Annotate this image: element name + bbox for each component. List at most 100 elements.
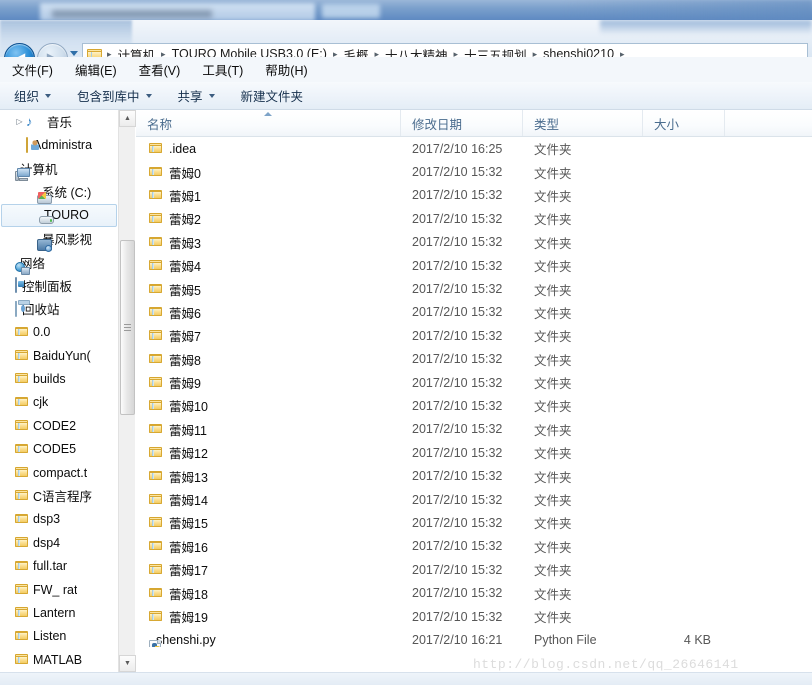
toolbar-button-2[interactable]: 共享 [178, 86, 215, 105]
sidebar-item-20[interactable]: FW_ rat [0, 578, 118, 601]
sidebar-item-19[interactable]: full.tar [0, 554, 118, 577]
sidebar-item-4[interactable]: TOURO [1, 203, 117, 227]
breadcrumb-separator-icon[interactable]: ▸ [451, 49, 462, 57]
sidebar-item-9[interactable]: 0.0 [0, 321, 118, 344]
breadcrumb-item-shibada[interactable]: 十八大精神 [382, 44, 451, 58]
file-name-label: 蕾姆7 [169, 330, 201, 345]
menu-item-4[interactable]: 帮助(H) [263, 58, 309, 81]
breadcrumb-item-shenshi0210[interactable]: shenshi0210 [540, 46, 617, 57]
breadcrumb-separator-icon[interactable]: ▸ [104, 49, 115, 57]
cell-name: 蕾姆13 [136, 467, 401, 486]
navigation-pane-scrollbar[interactable]: ▲ ▼ [118, 110, 136, 672]
chevron-down-icon[interactable] [145, 93, 152, 98]
table-row[interactable]: 蕾姆1 2017/2/10 15:32 文件夹 [136, 184, 812, 207]
forward-button[interactable]: ▶ [37, 42, 68, 57]
table-row[interactable]: 蕾姆10 2017/2/10 15:32 文件夹 [136, 394, 812, 417]
recent-pages-chevron-down-icon[interactable] [70, 51, 78, 56]
expander-chevron-right-icon[interactable]: ▷ [13, 117, 26, 126]
sidebar-item-label: full.tar [33, 559, 68, 574]
sidebar-item-2[interactable]: 计算机 [0, 157, 118, 182]
sidebar-item-14[interactable]: CODE5 [0, 437, 118, 460]
table-row[interactable]: 蕾姆11 2017/2/10 15:32 文件夹 [136, 418, 812, 441]
sidebar-item-label: CODE2 [33, 418, 77, 433]
table-row[interactable]: 蕾姆9 2017/2/10 15:32 文件夹 [136, 371, 812, 394]
table-row[interactable]: 蕾姆15 2017/2/10 15:32 文件夹 [136, 511, 812, 534]
table-row[interactable]: .idea 2017/2/10 16:25 文件夹 [136, 137, 812, 160]
menu-item-1[interactable]: 编辑(E) [73, 58, 119, 81]
table-row[interactable]: 蕾姆5 2017/2/10 15:32 文件夹 [136, 277, 812, 300]
breadcrumb-separator-icon[interactable]: ▸ [617, 49, 628, 57]
breadcrumb-item-maogai[interactable]: 毛概 [340, 44, 371, 58]
chevron-down-icon[interactable] [45, 93, 52, 98]
menu-item-3[interactable]: 工具(T) [200, 58, 245, 81]
column-header-date-modified[interactable]: 修改日期 [401, 110, 523, 136]
file-name-label: .idea [169, 141, 197, 156]
breadcrumb-separator-icon[interactable]: ▸ [372, 49, 383, 57]
column-header-size[interactable]: 大小 [643, 110, 725, 136]
cell-type: 文件夹 [534, 517, 572, 532]
sidebar-item-11[interactable]: builds [0, 367, 118, 390]
sidebar-item-7[interactable]: 控制面板 [0, 274, 118, 297]
column-header-name[interactable]: 名称 [136, 110, 401, 136]
menu-item-2[interactable]: 查看(V) [137, 58, 183, 81]
menu-item-0[interactable]: 文件(F) [10, 58, 55, 81]
breadcrumb-item-touro-drive[interactable]: TOURO Mobile USB3.0 (E:) [169, 46, 330, 57]
breadcrumb-address-field[interactable]: ▸ 计算机 ▸ TOURO Mobile USB3.0 (E:) ▸ 毛概 ▸ … [82, 43, 808, 57]
watermark-text: http://blog.csdn.net/qq_26646141 [473, 657, 739, 672]
table-row[interactable]: 蕾姆14 2017/2/10 15:32 文件夹 [136, 488, 812, 511]
table-row[interactable]: 蕾姆13 2017/2/10 15:32 文件夹 [136, 464, 812, 487]
table-row[interactable]: 蕾姆12 2017/2/10 15:32 文件夹 [136, 441, 812, 464]
sidebar-item-8[interactable]: 回收站 [0, 297, 118, 320]
back-button[interactable]: ◀ [4, 42, 35, 57]
column-header-type[interactable]: 类型 [523, 110, 643, 136]
sidebar-item-17[interactable]: dsp3 [0, 508, 118, 531]
scroll-down-arrow-icon[interactable]: ▼ [119, 655, 136, 672]
column-header-date-label: 修改日期 [412, 117, 463, 132]
folder-icon [149, 469, 162, 483]
sidebar-item-1[interactable]: Administra [0, 133, 118, 156]
toolbar-button-1[interactable]: 包含到库中 [77, 86, 152, 105]
sidebar-item-21[interactable]: Lantern [0, 601, 118, 624]
toolbar-button-3[interactable]: 新建文件夹 [241, 86, 304, 105]
sidebar-item-10[interactable]: BaiduYun( [0, 344, 118, 367]
table-row[interactable]: 蕾姆2 2017/2/10 15:32 文件夹 [136, 207, 812, 230]
breadcrumb-item-computer[interactable]: 计算机 [115, 44, 159, 58]
table-row[interactable]: shenshi.py 2017/2/10 16:21 Python File 4 KB [136, 628, 812, 651]
table-row[interactable]: 蕾姆19 2017/2/10 15:32 文件夹 [136, 605, 812, 628]
table-row[interactable]: 蕾姆8 2017/2/10 15:32 文件夹 [136, 348, 812, 371]
sidebar-item-16[interactable]: C语言程序 [0, 484, 118, 507]
sidebar-item-12[interactable]: cjk [0, 391, 118, 414]
cell-type: 文件夹 [534, 540, 572, 555]
sidebar-item-13[interactable]: CODE2 [0, 414, 118, 437]
window-titlebar [0, 0, 812, 20]
breadcrumb-separator-icon[interactable]: ▸ [330, 49, 341, 57]
cell-date: 2017/2/10 15:32 [412, 586, 503, 601]
table-row[interactable]: 蕾姆18 2017/2/10 15:32 文件夹 [136, 581, 812, 604]
scroll-up-arrow-icon[interactable]: ▲ [119, 110, 136, 127]
sidebar-item-5[interactable]: 暴风影视 [0, 227, 118, 252]
sidebar-item-22[interactable]: Listen [0, 625, 118, 648]
file-name-label: 蕾姆12 [169, 447, 208, 462]
sidebar-item-18[interactable]: dsp4 [0, 531, 118, 554]
scrollbar-thumb[interactable] [120, 240, 135, 415]
table-row[interactable]: 蕾姆7 2017/2/10 15:32 文件夹 [136, 324, 812, 347]
sidebar-item-6[interactable]: 网络 [0, 250, 118, 276]
table-row[interactable]: 蕾姆17 2017/2/10 15:32 文件夹 [136, 558, 812, 581]
table-row[interactable]: 蕾姆6 2017/2/10 15:32 文件夹 [136, 301, 812, 324]
table-row[interactable]: 蕾姆0 2017/2/10 15:32 文件夹 [136, 160, 812, 183]
folder-icon [149, 142, 162, 156]
chevron-down-icon[interactable] [208, 93, 215, 98]
sidebar-item-label: 控制面板 [22, 279, 73, 294]
breadcrumb-item-shisanwu[interactable]: 十三五规划 [461, 44, 530, 58]
cell-type: 文件夹 [534, 189, 572, 204]
breadcrumb-separator-icon[interactable]: ▸ [530, 49, 541, 57]
table-row[interactable]: 蕾姆3 2017/2/10 15:32 文件夹 [136, 231, 812, 254]
breadcrumb-separator-icon[interactable]: ▸ [158, 49, 169, 57]
table-row[interactable]: 蕾姆16 2017/2/10 15:32 文件夹 [136, 535, 812, 558]
toolbar-button-0[interactable]: 组织 [14, 86, 52, 105]
sidebar-item-0[interactable]: ▷ ♪ 音乐 [0, 110, 118, 133]
table-row[interactable]: 蕾姆4 2017/2/10 15:32 文件夹 [136, 254, 812, 277]
folder-icon [149, 352, 162, 366]
sidebar-item-3[interactable]: 系统 (C:) [0, 180, 118, 204]
sidebar-item-15[interactable]: compact.t [0, 461, 118, 484]
